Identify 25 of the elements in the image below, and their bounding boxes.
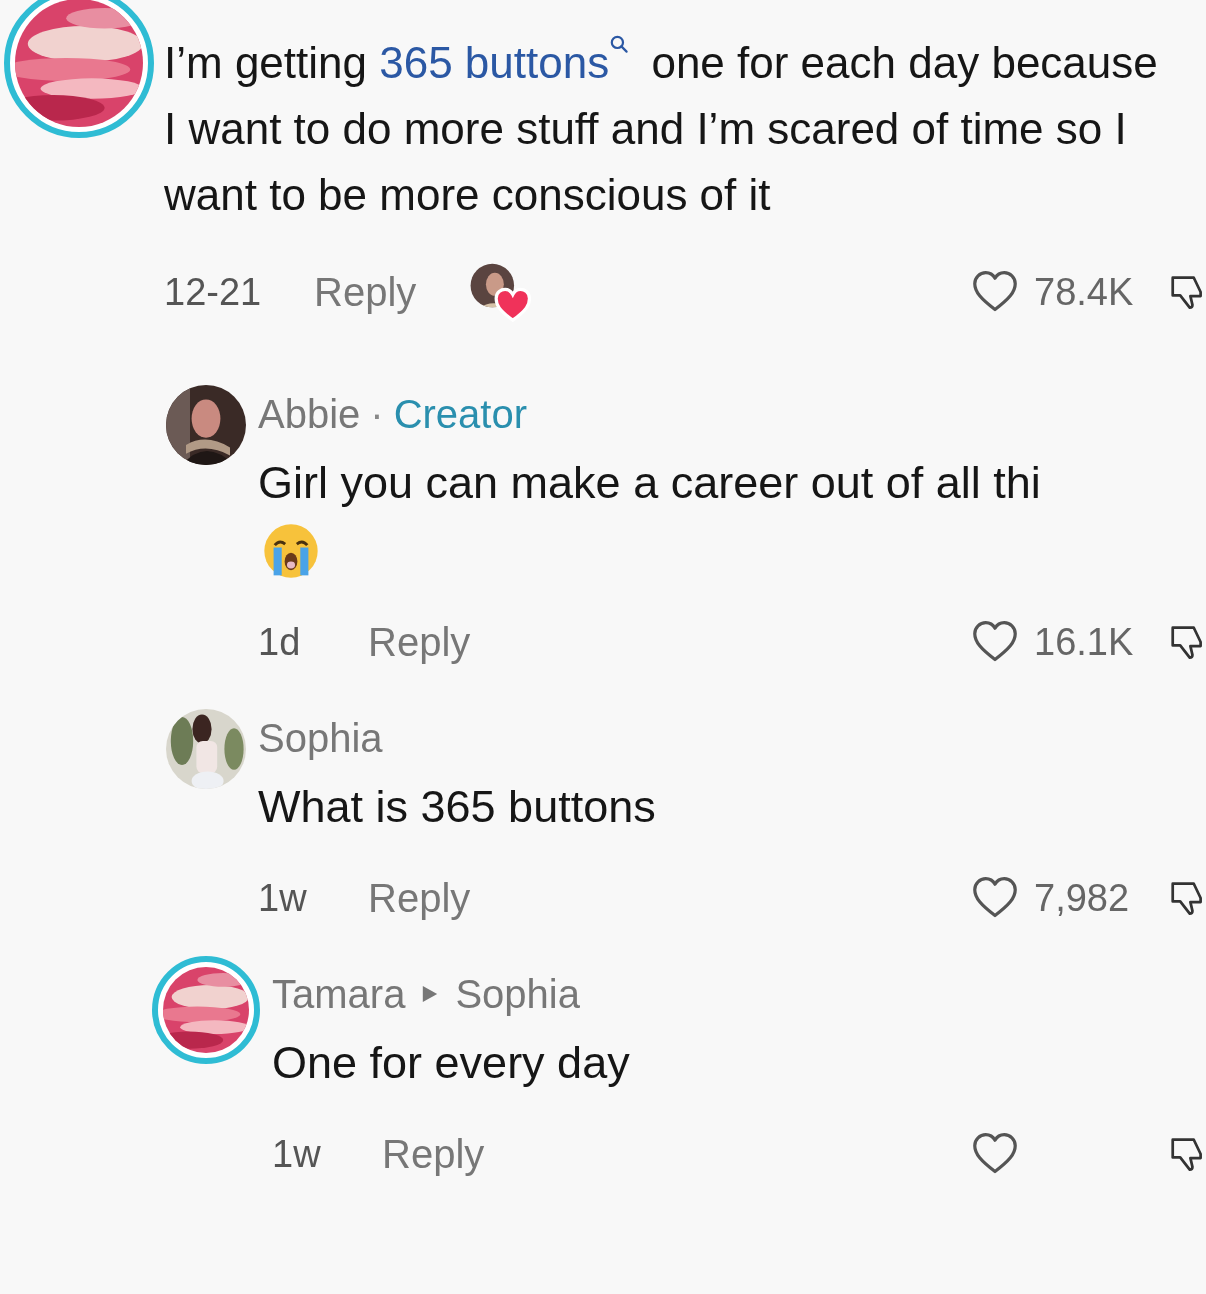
like-count: 78.4K xyxy=(1034,270,1134,314)
like-count: 16.1K xyxy=(1034,620,1134,664)
username[interactable]: Sophia xyxy=(455,971,580,1017)
separator-dot: · xyxy=(370,391,384,437)
timestamp: 1w xyxy=(272,1132,322,1176)
reply-button[interactable]: Reply xyxy=(368,875,471,921)
search-link[interactable]: 365 buttons xyxy=(379,38,610,87)
timestamp: 12-21 xyxy=(164,270,263,314)
avatar[interactable] xyxy=(15,0,143,127)
avatar[interactable] xyxy=(163,967,249,1053)
username[interactable]: Sophia xyxy=(258,715,383,761)
like-count: 7,982 xyxy=(1034,876,1130,920)
comment-text: One for every day xyxy=(272,1036,630,1090)
reply-button[interactable]: Reply xyxy=(368,619,471,665)
username[interactable]: Tamara xyxy=(272,971,406,1017)
timestamp: 1d xyxy=(258,620,302,664)
username[interactable]: Abbie xyxy=(258,391,361,437)
comment-text: What is 365 buttons xyxy=(258,780,656,834)
reply-button[interactable]: Reply xyxy=(382,1131,485,1177)
search-icon[interactable] xyxy=(609,34,630,54)
creator-label: Creator xyxy=(393,391,528,437)
reply-button[interactable]: Reply xyxy=(314,269,417,315)
comment-text: Girl you can make a career out of all thi xyxy=(258,456,1041,510)
timestamp: 1w xyxy=(258,876,308,920)
comment-text: I’m getting 365 buttons one for each day because I want to do more stuff and I’m scared of time so I want to be more conscious of it xyxy=(164,30,1164,228)
